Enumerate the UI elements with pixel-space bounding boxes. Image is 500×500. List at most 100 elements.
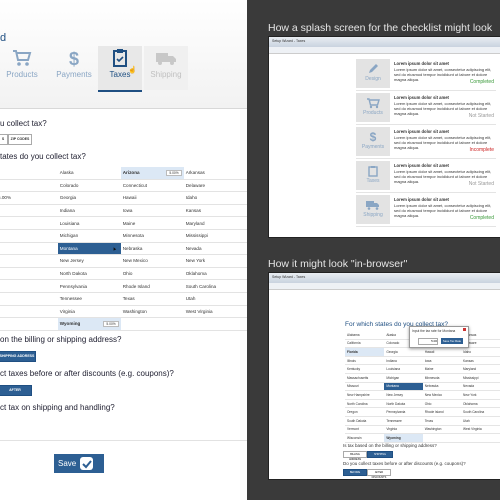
state-cell[interactable]: Nevada [183,242,247,256]
state-cell[interactable]: 5.00% [0,191,58,205]
save-tax-rate-button[interactable]: Save Tax Rate [441,338,463,344]
state-cell[interactable]: Oregon [345,407,385,417]
state-cell[interactable]: Mississippi [183,229,247,243]
state-cell[interactable]: North Carolina [345,399,385,409]
state-cell[interactable]: Illinois [345,356,385,366]
state-cell[interactable]: Minnesota [120,229,184,243]
state-cell[interactable]: North Dakota [57,267,121,281]
shipping-address-button[interactable]: SHIPPING ADDRESS [367,451,393,461]
state-cell[interactable]: Wyoming 5.00% [57,317,121,331]
state-cell[interactable]: Idaho [461,347,500,357]
tax-rate-input[interactable]: 5.00 [418,338,438,345]
state-cell[interactable]: Iowa [422,356,462,366]
tax-rate-badge[interactable]: 5.00% [103,321,119,328]
shipping-address-button[interactable]: SHIPPING ADDRESS [0,351,36,362]
state-cell[interactable]: Wyoming [384,433,423,443]
state-cell[interactable]: Hawaii [422,347,462,357]
state-cell[interactable]: Kansas [183,204,247,218]
state-cell[interactable]: Michigan [384,373,423,383]
state-cell[interactable]: Hawaii [120,191,184,205]
state-cell[interactable]: Montana [384,382,423,392]
state-cell[interactable]: Maryland [461,364,500,374]
state-cell[interactable]: Kentucky [345,364,385,374]
state-cell[interactable]: Idaho [183,191,247,205]
by-state-button[interactable]: S [0,134,8,145]
state-cell[interactable]: Ohio [422,399,462,409]
after-discounts-button[interactable]: AFTER DISCOUNTS [367,469,391,479]
state-cell[interactable]: Arkansas [183,167,247,180]
state-cell[interactable]: Massachusetts [345,373,385,383]
state-cell[interactable]: Nevada [461,382,500,392]
state-cell[interactable]: Florida [345,347,385,357]
state-cell[interactable]: Texas [422,416,462,426]
splash-item-products[interactable]: Products [356,93,390,122]
state-cell[interactable]: Georgia [57,191,121,205]
state-cell[interactable]: Delaware [183,179,247,193]
state-cell[interactable]: Rhode Island [120,279,184,293]
tab-payments[interactable]: $ Payments [52,46,96,90]
state-cell[interactable]: Minnesota [422,373,462,383]
splash-item-payments[interactable]: $ Payments [356,127,390,156]
state-cell[interactable]: Rhode Island [422,407,462,417]
state-cell[interactable]: West Virginia [183,305,247,319]
splash-item-shipping[interactable]: Shipping [356,195,390,224]
tab-shipping[interactable]: Shipping [144,46,188,90]
state-cell[interactable]: Iowa [120,204,184,218]
state-cell[interactable]: Maine [120,216,184,230]
splash-item-taxes[interactable]: Taxes [356,161,390,190]
state-cell[interactable]: Colorado [57,179,121,193]
state-cell[interactable]: Washington [422,425,462,435]
state-cell[interactable]: New Mexico [120,254,184,268]
state-cell[interactable]: New Hampshire [345,390,385,400]
state-cell[interactable]: North Dakota [384,399,423,409]
state-cell[interactable]: Indiana [384,356,423,366]
tab-products[interactable]: Products [0,46,44,90]
state-cell[interactable]: Georgia [384,347,423,357]
state-cell[interactable]: Connecticut [120,179,184,193]
state-cell[interactable]: Pennsylvania [384,407,423,417]
state-cell[interactable]: Texas [120,292,184,306]
tax-rate-badge[interactable]: 5.00% [166,170,182,176]
state-cell[interactable]: South Dakota [345,416,385,426]
state-cell[interactable]: Oklahoma [183,267,247,281]
state-cell[interactable]: New Jersey [57,254,121,268]
state-cell[interactable]: New Jersey [384,390,423,400]
state-cell[interactable]: Maryland [183,216,247,230]
state-cell[interactable]: Kansas [461,356,500,366]
state-cell[interactable]: New York [461,390,500,400]
state-cell[interactable]: Virginia [384,425,423,435]
splash-item-design[interactable]: Design [356,59,390,88]
state-cell[interactable]: Vermont [345,425,385,435]
state-cell[interactable]: Washington [120,305,184,319]
state-cell[interactable]: South Carolina [183,279,247,293]
billing-address-button[interactable]: BILLING ADDRESS [343,451,367,461]
state-cell[interactable]: Oklahoma [461,399,500,409]
state-cell[interactable]: Arizona 5.00% [120,167,184,180]
state-cell[interactable]: Utah [183,292,247,306]
close-icon[interactable] [463,328,466,331]
state-cell[interactable]: Michigan [57,229,121,243]
state-cell[interactable]: Louisiana [57,216,121,230]
state-cell[interactable]: Louisiana [384,364,423,374]
state-cell[interactable]: Alabama [345,331,385,340]
state-cell[interactable]: Nebraska [422,382,462,392]
state-cell[interactable]: Alaska [57,167,121,180]
state-cell[interactable]: Montana ▲ [57,242,121,256]
state-cell[interactable]: Tennessee [384,416,423,426]
state-cell[interactable]: New York [183,254,247,268]
state-cell[interactable]: Nebraska [120,242,184,256]
after-discounts-button[interactable]: AFTER DISCOUNTS [0,385,32,401]
state-cell[interactable]: Mississippi [461,373,500,383]
state-cell[interactable]: Ohio [120,267,184,281]
before-discounts-button[interactable]: BEFORE DISCOUNTS [343,469,367,479]
state-cell[interactable]: Utah [461,416,500,426]
state-cell[interactable]: Virginia [57,305,121,319]
zip-codes-button[interactable]: ZIP CODES [8,134,32,145]
save-button[interactable]: Save [54,454,104,473]
state-cell[interactable]: New Mexico [422,390,462,400]
state-cell[interactable]: California [345,339,385,349]
state-cell[interactable]: West Virginia [461,425,500,435]
state-cell[interactable]: Wisconsin [345,433,385,443]
state-cell[interactable]: Missouri [345,382,385,392]
state-cell[interactable]: Maine [422,364,462,374]
